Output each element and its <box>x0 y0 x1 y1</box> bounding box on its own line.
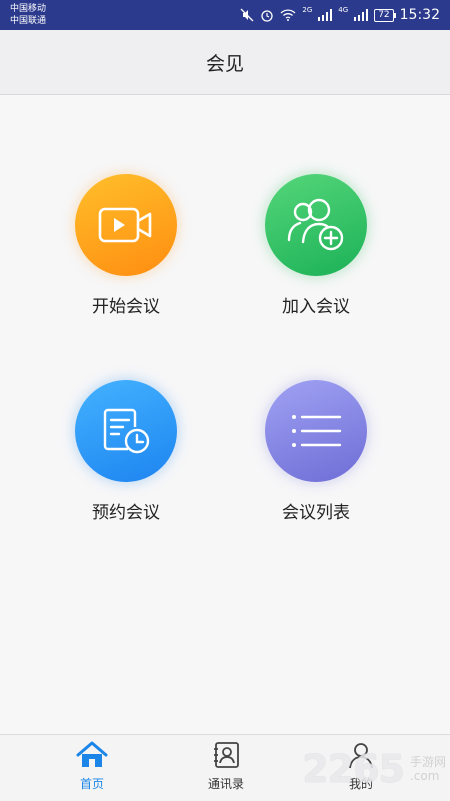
carrier-1: 中国移动 <box>10 4 47 14</box>
meeting-list-circle <box>265 380 367 482</box>
net2-label: 4G <box>338 6 349 14</box>
carrier-2: 中国联通 <box>10 16 47 26</box>
meeting-list-label: 会议列表 <box>282 503 350 523</box>
status-icons: 2G 4G 72 15:32 <box>240 6 440 24</box>
signal-icon <box>318 9 333 21</box>
contacts-icon <box>214 742 239 768</box>
alarm-icon <box>261 10 274 22</box>
join-meeting-button[interactable]: 加入会议 <box>236 174 396 317</box>
battery-icon: 72 <box>374 8 397 22</box>
meeting-list-button[interactable]: 会议列表 <box>236 380 396 523</box>
video-camera-icon <box>98 207 152 243</box>
watermark: 2265 手游网 .com <box>302 747 446 791</box>
carrier-info: 中国移动 中国联通 <box>10 3 46 27</box>
net1-label: 2G <box>302 6 313 14</box>
schedule-icon <box>103 408 150 454</box>
join-meeting-label: 加入会议 <box>282 297 350 317</box>
schedule-meeting-circle <box>75 380 177 482</box>
watermark-number: 2265 <box>302 747 405 791</box>
join-meeting-circle <box>265 174 367 276</box>
start-meeting-circle <box>75 174 177 276</box>
tab-home[interactable]: 首页 <box>47 741 137 792</box>
watermark-side: 手游网 .com <box>410 755 446 783</box>
wifi-icon <box>280 9 296 21</box>
watermark-text1: 手游网 <box>409 755 446 769</box>
add-user-icon <box>287 198 344 251</box>
action-grid: 开始会议 加入会议 预约会议 会议列表 <box>0 94 450 734</box>
schedule-meeting-button[interactable]: 预约会议 <box>46 380 206 523</box>
status-bar: 中国移动 中国联通 2G 4G 72 15:32 <box>0 0 450 30</box>
header: 会见 <box>0 30 450 95</box>
tab-contacts[interactable]: 通讯录 <box>181 741 271 792</box>
watermark-text2: .com <box>409 769 440 783</box>
mute-icon <box>240 8 254 22</box>
battery-level: 72 <box>378 9 390 20</box>
start-meeting-button[interactable]: 开始会议 <box>46 174 206 317</box>
list-icon <box>292 415 342 447</box>
clock: 15:32 <box>399 7 440 23</box>
bottom-tab-bar: 首页 通讯录 我的 2265 手游网 .com <box>0 734 450 801</box>
home-icon <box>76 741 108 767</box>
page-title: 会见 <box>205 52 244 75</box>
tab-home-label: 首页 <box>79 777 104 791</box>
schedule-meeting-label: 预约会议 <box>92 503 160 523</box>
tab-contacts-label: 通讯录 <box>207 777 244 791</box>
start-meeting-label: 开始会议 <box>92 297 160 317</box>
signal-icon-2 <box>354 9 369 21</box>
